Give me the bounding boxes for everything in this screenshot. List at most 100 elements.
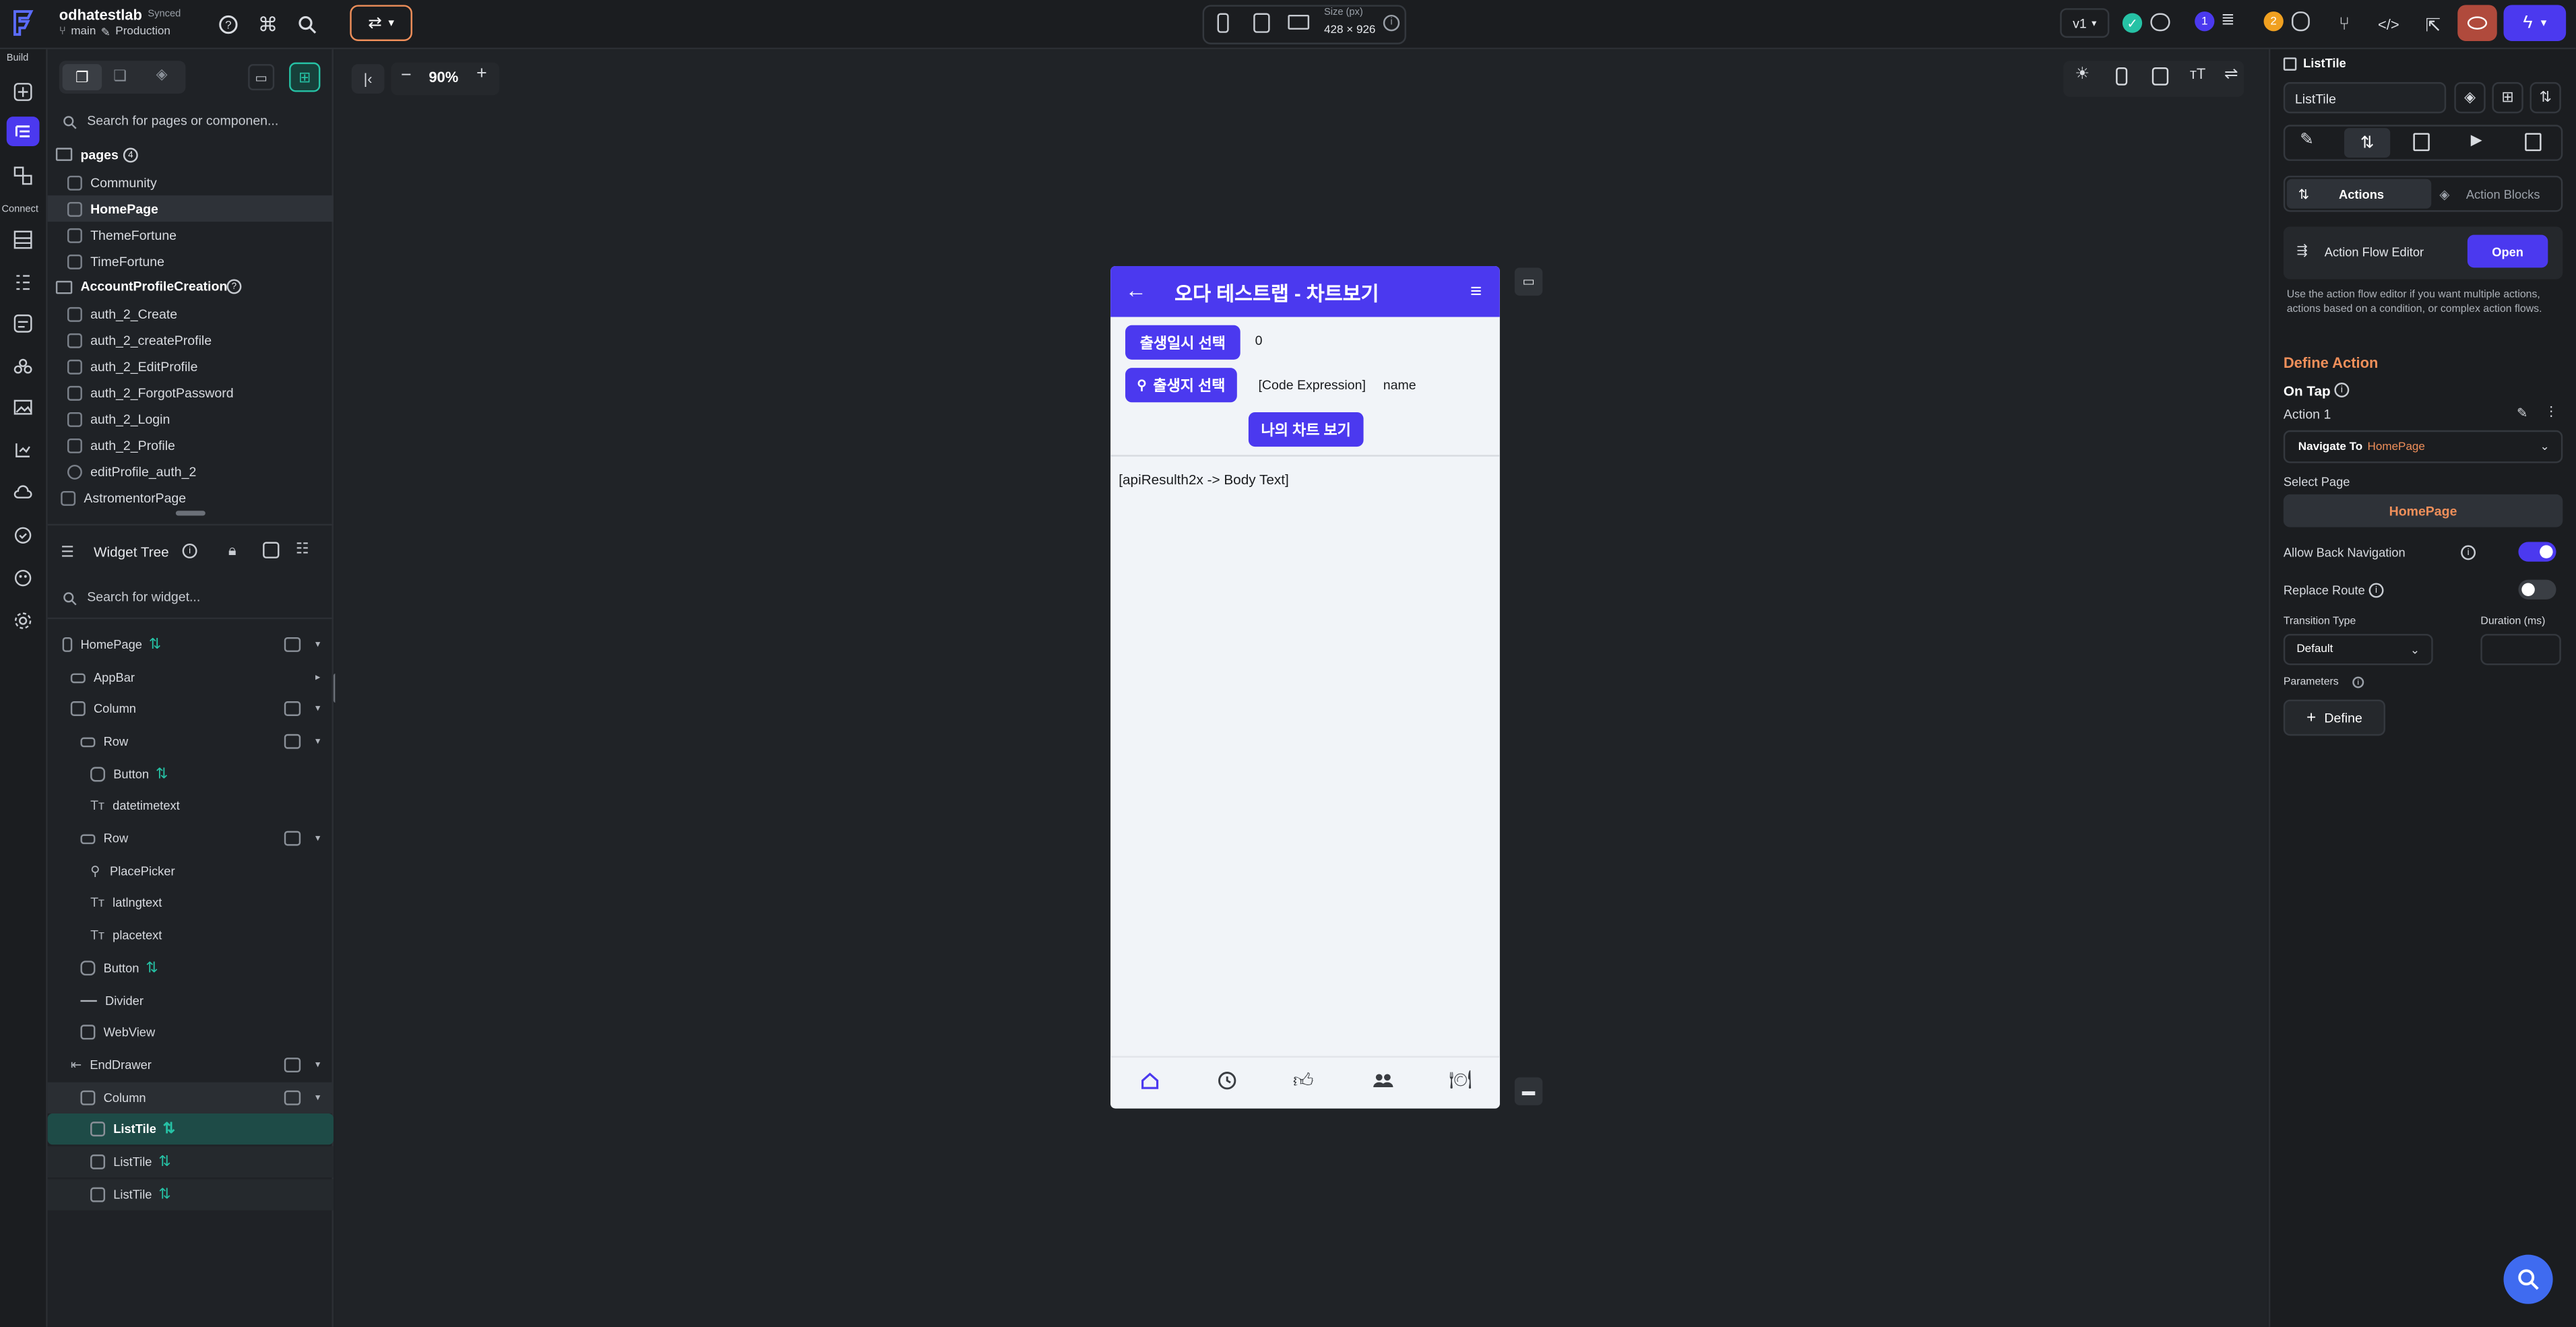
thumbs-up-icon[interactable]: 👍︎ <box>1293 1069 1314 1094</box>
search-icon[interactable] <box>289 7 325 43</box>
add-page-icon[interactable] <box>8 77 38 107</box>
desktop-device-icon[interactable] <box>1288 14 1310 30</box>
branch-merge-icon[interactable]: ⑂ <box>2326 7 2362 43</box>
code-icon[interactable]: </> <box>2370 7 2407 43</box>
issues-icon[interactable]: ≣ <box>2221 11 2234 30</box>
custom-code-icon[interactable] <box>8 435 38 465</box>
preview-button[interactable] <box>2457 5 2497 41</box>
page-search-input[interactable]: Search for pages or componen... <box>87 113 278 128</box>
add-widget-icon[interactable] <box>284 637 301 652</box>
add-widget-icon[interactable] <box>284 831 301 846</box>
firestore-icon[interactable] <box>8 225 38 255</box>
theme-diamond-icon[interactable]: ◈ <box>2454 82 2486 114</box>
check-status-icon[interactable]: ✓ <box>2122 13 2143 33</box>
tree-node-button[interactable]: Button ⇅ <box>48 758 334 789</box>
panel-scrollbar[interactable] <box>175 511 206 516</box>
storyboard-icon[interactable] <box>8 161 38 191</box>
lock-icon[interactable]: 🔒︎ <box>228 542 237 560</box>
page-item-timefortune[interactable]: TimeFortune <box>48 248 334 274</box>
wrap-widget-icon[interactable]: ⇅ <box>2530 82 2561 114</box>
tree-node-datetimetext[interactable]: Tт datetimetext <box>48 790 334 821</box>
version-dropdown[interactable]: v1 ▾ <box>2060 8 2110 38</box>
replace-route-info-icon[interactable]: i <box>2368 583 2384 598</box>
help-icon[interactable]: ? <box>210 7 247 43</box>
pages-header[interactable]: pages <box>80 148 118 162</box>
page-item-auth-editprofile[interactable]: auth_2_EditProfile <box>48 353 334 379</box>
replace-route-toggle[interactable] <box>2518 579 2556 600</box>
navigate-to-dropdown[interactable]: Navigate To HomePage ⌄ <box>2283 430 2563 463</box>
tree-node-enddrawer[interactable]: ⇤ EndDrawer ▾ <box>48 1049 334 1080</box>
zoom-out-button[interactable]: − <box>401 66 412 86</box>
light-mode-icon[interactable]: ☀ <box>2075 66 2090 84</box>
expand-tree-icon[interactable] <box>263 542 280 558</box>
actions-subtab[interactable]: ⇅ Actions <box>2286 179 2432 209</box>
add-widget-icon[interactable] <box>284 701 301 716</box>
library-tab-icon[interactable]: ◈ <box>156 66 168 84</box>
add-widget-icon[interactable] <box>284 1090 301 1105</box>
tree-node-latlngtext[interactable]: Tт latlngtext <box>48 887 334 918</box>
properties-tab-icon[interactable]: ✎ <box>2300 131 2313 150</box>
backend-query-tab-icon[interactable] <box>2413 133 2430 152</box>
chevron-down-icon[interactable]: ▾ <box>315 703 320 715</box>
zoom-in-button[interactable]: + <box>476 64 487 84</box>
open-external-icon[interactable]: ⇱ <box>2415 7 2451 43</box>
tree-node-row[interactable]: Row ▾ <box>48 726 334 757</box>
clock-icon[interactable] <box>1218 1071 1237 1091</box>
tree-node-placepicker[interactable]: ⚲ PlacePicker <box>48 855 334 886</box>
tree-node-listtile-selected[interactable]: ListTile ⇅ <box>47 1113 334 1145</box>
phone-device-icon[interactable] <box>1217 13 1229 33</box>
warning-badge[interactable]: 2 <box>2263 11 2284 32</box>
info-icon[interactable]: i <box>1383 14 1400 32</box>
action-blocks-subtab[interactable]: ◈ Action Blocks <box>2434 179 2559 209</box>
tree-node-button[interactable]: Button ⇅ <box>48 952 334 983</box>
phone-frame-icon[interactable] <box>2116 67 2128 86</box>
tree-node-row[interactable]: Row ▾ <box>48 822 334 853</box>
chevron-down-icon[interactable]: ▾ <box>315 833 320 845</box>
edit-action-icon[interactable]: ✎ <box>2517 406 2527 420</box>
page-item-astromentor[interactable]: AstromentorPage <box>48 484 334 511</box>
add-widget-icon[interactable]: ⊞ <box>2492 82 2523 114</box>
tree-node-homepage[interactable]: HomePage ⇅ ▾ <box>48 629 334 660</box>
allow-back-info-icon[interactable]: i <box>2461 545 2476 560</box>
app-state-icon[interactable] <box>8 309 38 338</box>
duration-input[interactable] <box>2480 634 2561 666</box>
add-widget-icon[interactable] <box>284 1058 301 1073</box>
notification-badge[interactable]: 1 <box>2195 11 2215 32</box>
chevron-down-icon[interactable]: ▾ <box>315 736 320 748</box>
page-item-community[interactable]: Community <box>48 169 334 195</box>
birth-time-button[interactable]: 출생일시 선택 <box>1125 325 1240 360</box>
animation-tab-icon[interactable]: ▶ <box>2471 131 2482 150</box>
page-item-auth-profile[interactable]: auth_2_Profile <box>48 432 334 458</box>
add-widget-icon[interactable] <box>284 734 301 749</box>
app-bar[interactable]: ← 오다 테스트랩 - 차트보기 ≡ <box>1110 265 1500 317</box>
chevron-down-icon[interactable]: ▾ <box>315 639 320 651</box>
tree-view-icon[interactable]: ⇌ <box>2224 66 2238 84</box>
command-icon[interactable]: ⌘ <box>250 7 286 43</box>
help-chat-button[interactable] <box>2503 1254 2553 1304</box>
add-page-button[interactable]: ⊞ <box>289 62 321 92</box>
chat-icon[interactable] <box>2150 13 2170 32</box>
page-item-auth-forgotpassword[interactable]: auth_2_ForgotPassword <box>48 379 334 406</box>
allow-back-toggle[interactable] <box>2518 542 2556 562</box>
my-chart-button[interactable]: 나의 차트 보기 <box>1248 412 1364 447</box>
components-tab-icon[interactable]: ❏ <box>113 67 127 86</box>
component-item-editprofile[interactable]: editProfile_auth_2 <box>48 458 334 484</box>
documentation-tab-icon[interactable] <box>2525 133 2542 152</box>
tree-node-divider[interactable]: Divider <box>48 985 334 1016</box>
branch-info[interactable]: ⑂ main ✎ Production <box>59 26 170 40</box>
page-item-auth-login[interactable]: auth_2_Login <box>48 406 334 432</box>
define-parameters-button[interactable]: + Define <box>2283 699 2385 736</box>
tree-node-placetext[interactable]: Tт placetext <box>48 919 334 950</box>
actions-tab-icon[interactable]: ⇅ <box>2344 128 2391 158</box>
tree-node-column[interactable]: Column ▾ <box>48 693 334 724</box>
tree-node-column[interactable]: Column ▾ <box>47 1082 334 1113</box>
zoom-level[interactable]: 90% <box>429 69 458 85</box>
text-scale-icon[interactable]: тT <box>2190 66 2205 82</box>
people-icon[interactable] <box>1372 1071 1395 1091</box>
birth-place-button[interactable]: ⚲ 출생지 선택 <box>1125 368 1237 403</box>
tree-options-icon[interactable]: ☷ <box>296 540 309 558</box>
widget-name-input[interactable]: ListTile <box>2283 82 2447 114</box>
on-tap-info-icon[interactable]: i <box>2334 383 2350 397</box>
team-icon[interactable] <box>8 352 38 381</box>
run-button[interactable]: ϟ ▾ <box>2503 5 2567 41</box>
